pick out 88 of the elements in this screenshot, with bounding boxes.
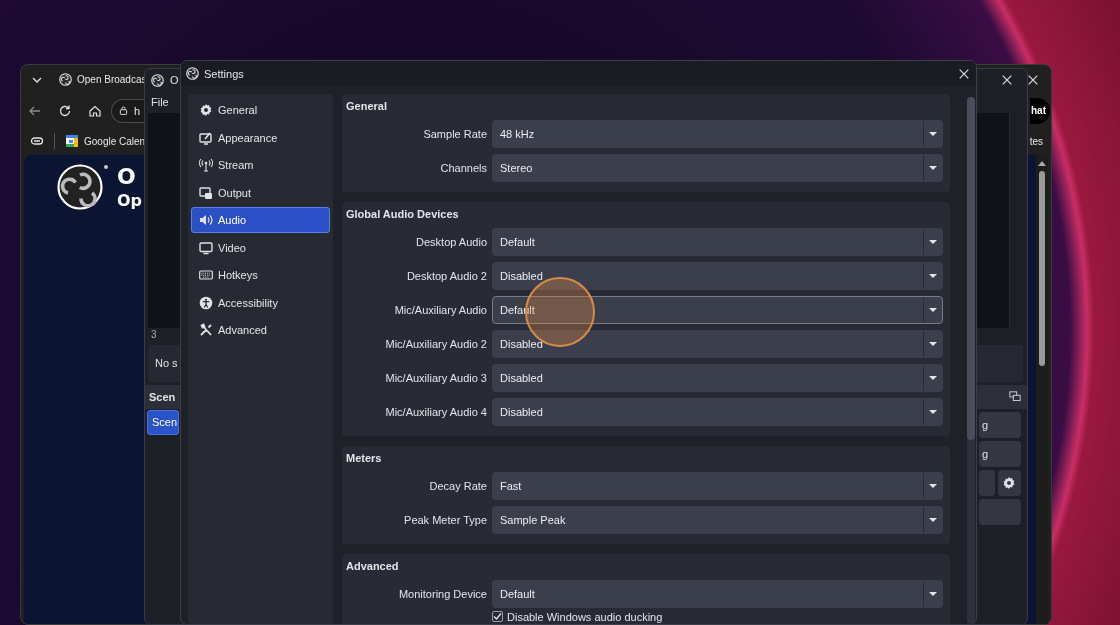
field-label: Mic/Auxiliary Audio 2 bbox=[384, 338, 487, 350]
settings-button[interactable] bbox=[997, 469, 1021, 496]
calendar-icon bbox=[65, 134, 79, 148]
sidebar-item[interactable]: Accessibility bbox=[191, 289, 330, 316]
sidebar-item[interactable]: Advanced bbox=[191, 317, 330, 343]
sidebar-item[interactable]: General bbox=[191, 97, 330, 123]
field-label: Desktop Audio 2 bbox=[405, 270, 487, 282]
antenna-icon bbox=[199, 158, 213, 172]
close-icon bbox=[1001, 74, 1013, 86]
group-title: General bbox=[345, 99, 387, 114]
obs-logo-icon bbox=[57, 164, 109, 212]
caret-icon bbox=[929, 484, 937, 488]
control-button[interactable]: g bbox=[979, 440, 1021, 467]
keyboard-icon bbox=[199, 268, 213, 282]
obs-logo-icon bbox=[186, 67, 199, 80]
dropdown[interactable]: Disabled bbox=[492, 330, 943, 358]
field-label: Desktop Audio bbox=[415, 236, 487, 248]
bookmark-link[interactable]: Google Calen bbox=[65, 134, 146, 148]
caret-icon bbox=[929, 132, 937, 136]
scroll-up-icon bbox=[1037, 159, 1047, 167]
chat-button[interactable]: hat bbox=[1030, 97, 1050, 124]
field-label: Monitoring Device bbox=[397, 588, 487, 600]
lock-icon bbox=[118, 105, 129, 116]
field-label: Mic/Auxiliary Audio 3 bbox=[384, 372, 487, 384]
dock-title: Scen bbox=[149, 390, 176, 403]
dropdown[interactable]: Fast bbox=[492, 472, 943, 500]
speaker-icon bbox=[199, 213, 213, 227]
menu-item[interactable]: File bbox=[151, 96, 169, 108]
caret-icon bbox=[929, 240, 937, 244]
scrollbar-thumb[interactable] bbox=[1039, 171, 1045, 366]
close-icon bbox=[1027, 73, 1039, 86]
undock-icon bbox=[1009, 390, 1021, 403]
dropdown[interactable]: Disabled bbox=[492, 262, 943, 290]
dropdown[interactable]: Default bbox=[492, 228, 943, 256]
caret-icon bbox=[929, 342, 937, 346]
field-label: Mic/Auxiliary Audio bbox=[393, 304, 487, 316]
close-icon bbox=[958, 67, 970, 80]
gear-icon bbox=[199, 103, 213, 117]
caret-icon bbox=[929, 166, 937, 170]
dropdown[interactable]: Disabled bbox=[492, 364, 943, 392]
page-subheading: Op bbox=[117, 190, 143, 212]
dropdown[interactable]: Disabled bbox=[492, 398, 943, 426]
field-label: Peak Meter Type bbox=[403, 514, 487, 526]
tab-groups-icon bbox=[30, 134, 44, 148]
dropdown[interactable]: Stereo bbox=[492, 154, 943, 182]
field-label: Sample Rate bbox=[422, 128, 487, 140]
group-title: Meters bbox=[345, 451, 382, 466]
sidebar-item[interactable]: Output bbox=[191, 179, 330, 206]
scrollbar[interactable] bbox=[967, 97, 975, 624]
accessibility-icon bbox=[199, 295, 213, 310]
checkbox[interactable]: Disable Windows audio ducking bbox=[492, 610, 663, 623]
obs-logo-icon bbox=[59, 73, 72, 86]
monitor-pen-icon bbox=[199, 130, 213, 145]
scene-item[interactable]: Scen bbox=[147, 409, 180, 435]
caret-icon bbox=[929, 592, 937, 596]
dropdown[interactable]: 48 kHz bbox=[492, 120, 943, 148]
caret-icon bbox=[929, 376, 937, 380]
zoom-label: 3 bbox=[151, 329, 157, 340]
check-icon bbox=[493, 612, 502, 621]
caret-icon bbox=[929, 274, 937, 278]
group-title: Global Audio Devices bbox=[345, 207, 459, 222]
dropdown[interactable]: Sample Peak bbox=[492, 506, 943, 534]
obs-logo-icon bbox=[151, 73, 164, 87]
group-title: Advanced bbox=[345, 559, 399, 574]
field-label: Mic/Auxiliary Audio 4 bbox=[384, 406, 487, 418]
sidebar-item[interactable]: Video bbox=[191, 234, 330, 261]
sidebar-item[interactable]: Hotkeys bbox=[191, 262, 330, 288]
tools-icon bbox=[199, 323, 213, 337]
sidebar-item[interactable]: Stream bbox=[191, 152, 330, 178]
empty-message: No s bbox=[155, 357, 178, 369]
window-title: O bbox=[170, 74, 179, 86]
page-heading: O bbox=[117, 164, 136, 190]
monitor-icon bbox=[199, 240, 213, 255]
home-icon bbox=[88, 103, 102, 118]
caret-icon bbox=[929, 308, 937, 312]
field-label: Channels bbox=[439, 162, 487, 174]
screens-icon bbox=[199, 185, 213, 200]
field-label: Decay Rate bbox=[428, 480, 487, 492]
dropdown[interactable]: Default bbox=[492, 580, 943, 608]
bookmark-link[interactable]: tes bbox=[1029, 135, 1043, 147]
caret-icon bbox=[929, 518, 937, 522]
window-title: Settings bbox=[204, 67, 244, 80]
control-button[interactable]: g bbox=[979, 411, 1021, 438]
sidebar-item[interactable]: Audio bbox=[191, 207, 330, 233]
reload-icon bbox=[58, 103, 72, 118]
sidebar-item[interactable]: Appearance bbox=[191, 124, 330, 151]
address-bar[interactable]: h bbox=[111, 98, 144, 123]
gear-icon bbox=[1002, 475, 1017, 490]
